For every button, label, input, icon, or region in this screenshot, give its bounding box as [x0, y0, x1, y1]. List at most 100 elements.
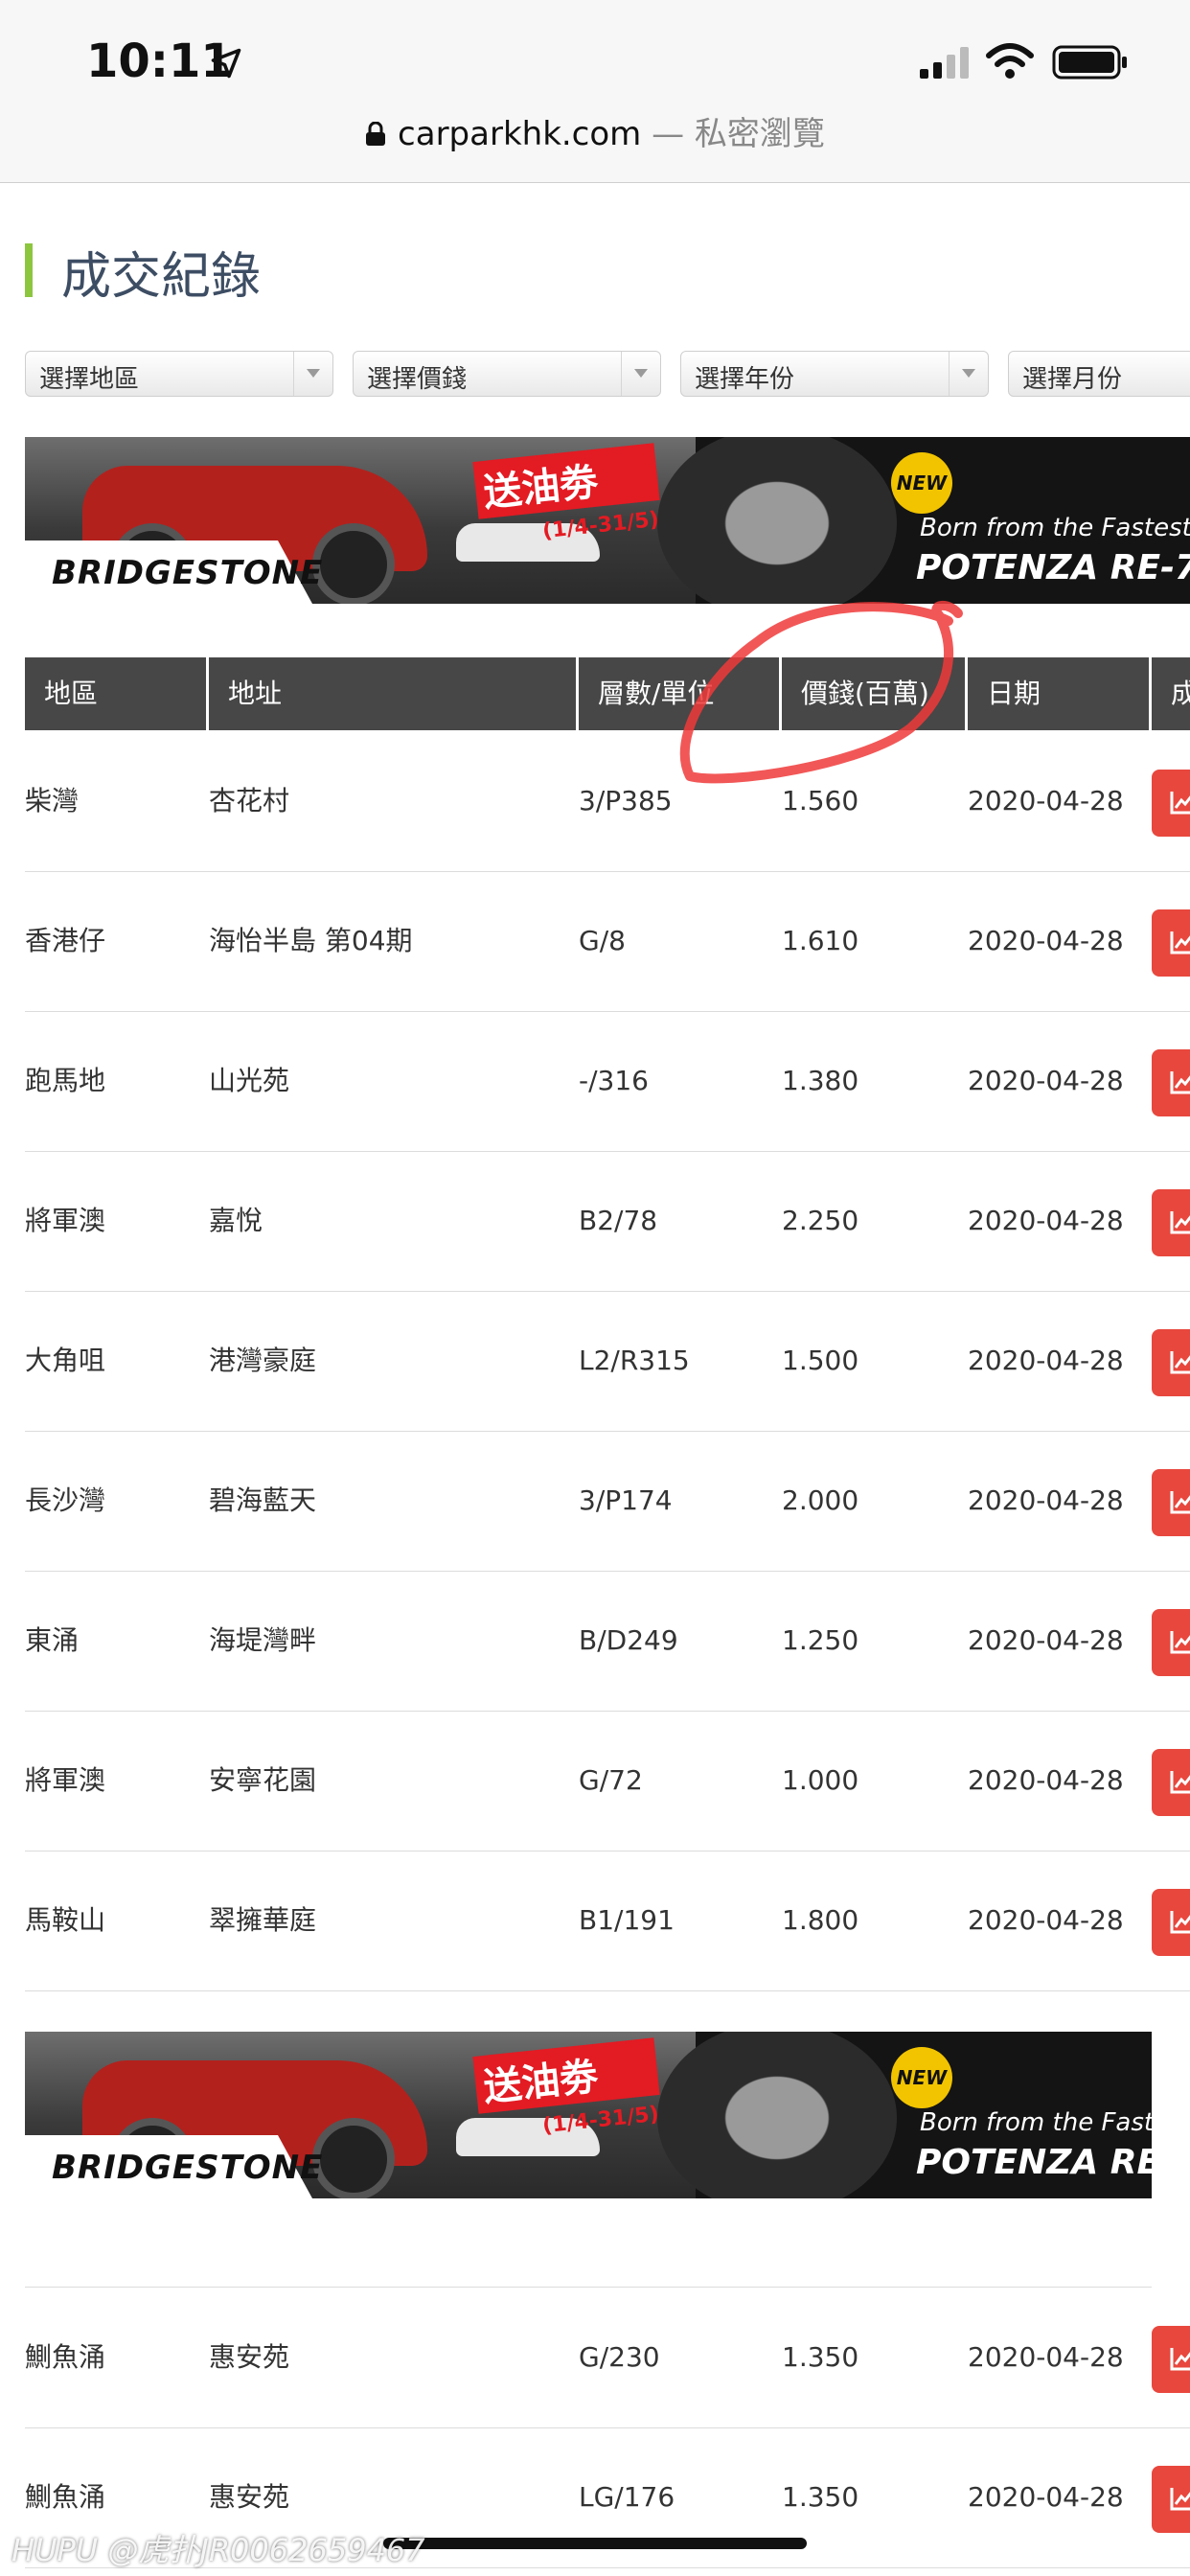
ad-tagline: Born from the Fastest: [920, 2108, 1152, 2137]
line-chart-icon: [1170, 1351, 1190, 1374]
table-row[interactable]: 將軍澳 嘉悅 B2/78 2.250 2020-04-28: [25, 1151, 1190, 1292]
line-chart-icon: [1170, 2488, 1190, 2511]
cell-address: 惠安苑: [209, 2341, 290, 2373]
line-chart-icon: [1170, 1771, 1190, 1794]
page-title: 成交紀錄: [61, 248, 262, 306]
district-select-label: 選擇地區: [39, 365, 140, 394]
line-chart-icon: [1170, 1631, 1190, 1654]
cell-date: 2020-04-28: [968, 785, 1124, 816]
cell-district: 將軍澳: [25, 1205, 106, 1236]
cell-date: 2020-04-28: [968, 2341, 1124, 2373]
table-row[interactable]: 長沙灣 碧海藍天 3/P174 2.000 2020-04-28: [25, 1431, 1190, 1572]
column-header-district[interactable]: 地區: [25, 657, 209, 730]
title-accent-bar: [25, 243, 33, 297]
brand-logo: BRIDGESTONE: [52, 2149, 324, 2187]
price-select[interactable]: 選擇價錢: [353, 351, 661, 397]
cell-address: 嘉悅: [209, 1205, 263, 1236]
cell-date: 2020-04-28: [968, 2481, 1124, 2513]
price-select-label: 選擇價錢: [367, 365, 468, 394]
column-header-date[interactable]: 日期: [968, 657, 1152, 730]
table-row[interactable]: 香港仔 海怡半島 第04期 G/8 1.610 2020-04-28: [25, 871, 1190, 1012]
cell-price: 1.380: [782, 1065, 859, 1096]
table-row[interactable]: 柴灣 杏花村 3/P385 1.560 2020-04-28: [25, 731, 1190, 872]
year-select[interactable]: 選擇年份: [680, 351, 989, 397]
table-row[interactable]: 跑馬地 山光苑 -/316 1.380 2020-04-28: [25, 1011, 1190, 1152]
cell-district: 鰂魚涌: [25, 2341, 106, 2373]
column-header-address[interactable]: 地址: [209, 657, 579, 730]
table-row[interactable]: 大角咀 港灣豪庭 L2/R315 1.500 2020-04-28: [25, 1291, 1190, 1432]
cell-unit: G/8: [579, 925, 626, 956]
chart-button[interactable]: [1152, 1189, 1190, 1256]
chart-button[interactable]: [1152, 1329, 1190, 1396]
cell-district: 跑馬地: [25, 1065, 106, 1096]
cell-date: 2020-04-28: [968, 1345, 1124, 1376]
brand-logo: BRIDGESTONE: [52, 554, 324, 592]
chevron-down-icon: [293, 352, 332, 396]
chart-button[interactable]: [1152, 2326, 1190, 2393]
chart-button[interactable]: [1152, 1469, 1190, 1536]
chart-button[interactable]: [1152, 909, 1190, 977]
status-bar: 10:11 carparkhk.com — 私密瀏覽: [0, 0, 1190, 183]
new-badge: NEW: [891, 2047, 952, 2108]
ad-product: POTENZA RE-7: [916, 548, 1190, 587]
cell-price: 2.250: [782, 1205, 859, 1236]
table-row[interactable]: 馬鞍山 翠擁華庭 B1/191 1.800 2020-04-28: [25, 1851, 1190, 1991]
chart-button[interactable]: [1152, 2466, 1190, 2533]
cell-unit: -/316: [579, 1065, 649, 1096]
cell-district: 將軍澳: [25, 1764, 106, 1796]
cell-unit: 3/P174: [579, 1484, 673, 1516]
line-chart-icon: [1170, 1071, 1190, 1094]
cell-unit: B1/191: [579, 1904, 675, 1936]
cell-price: 1.350: [782, 2341, 859, 2373]
cell-district: 馬鞍山: [25, 1904, 106, 1936]
wifi-icon: [986, 43, 1034, 79]
home-indicator[interactable]: [383, 2538, 807, 2549]
cell-address: 港灣豪庭: [209, 1345, 317, 1376]
line-chart-icon: [1170, 2348, 1190, 2371]
chart-button[interactable]: [1152, 770, 1190, 837]
table-header: 地區 地址 層數/單位 價錢(百萬) 日期 成: [25, 657, 1190, 730]
cell-unit: B/D249: [579, 1624, 678, 1656]
year-select-label: 選擇年份: [695, 365, 795, 394]
table-row[interactable]: 鰂魚涌 惠安苑 G/230 1.350 2020-04-28: [25, 2288, 1190, 2428]
cell-unit: L2/R315: [579, 1345, 690, 1376]
line-chart-icon: [1170, 932, 1190, 954]
cell-unit: 3/P385: [579, 785, 673, 816]
ad-banner[interactable]: 送油劵 (1/4-31/5) NEW Born from the Fastest…: [25, 2032, 1152, 2198]
location-arrow-icon: [211, 48, 241, 79]
cell-district: 長沙灣: [25, 1484, 106, 1516]
cell-address: 翠擁華庭: [209, 1904, 317, 1936]
chart-button[interactable]: [1152, 1609, 1190, 1676]
cell-price: 1.250: [782, 1624, 859, 1656]
cell-district: 香港仔: [25, 925, 106, 956]
watermark: HUPU @虎扑JR0062659467: [11, 2532, 425, 2568]
filter-bar: 選擇地區 選擇價錢 選擇年份 選擇月份: [25, 351, 1190, 399]
cell-address: 山光苑: [209, 1065, 290, 1096]
cell-address: 海怡半島 第04期: [209, 925, 413, 956]
table-row[interactable]: 東涌 海堤灣畔 B/D249 1.250 2020-04-28: [25, 1571, 1190, 1712]
cell-date: 2020-04-28: [968, 1624, 1124, 1656]
cell-date: 2020-04-28: [968, 1764, 1124, 1796]
line-chart-icon: [1170, 1211, 1190, 1234]
ad-banner[interactable]: 送油劵 (1/4-31/5) NEW Born from the Fastest…: [25, 437, 1190, 604]
cell-price: 1.610: [782, 925, 859, 956]
address-bar[interactable]: carparkhk.com — 私密瀏覽: [0, 107, 1190, 154]
chart-button[interactable]: [1152, 1049, 1190, 1116]
cell-district: 柴灣: [25, 785, 80, 816]
table-row[interactable]: 將軍澳 安寧花園 G/72 1.000 2020-04-28: [25, 1711, 1190, 1852]
month-select[interactable]: 選擇月份: [1008, 351, 1190, 397]
district-select[interactable]: 選擇地區: [25, 351, 333, 397]
annotation-circle: [679, 601, 963, 784]
chart-button[interactable]: [1152, 1749, 1190, 1816]
chart-button[interactable]: [1152, 1889, 1190, 1956]
line-chart-icon: [1170, 792, 1190, 815]
battery-icon: [1052, 45, 1127, 80]
tire-image: [657, 437, 897, 604]
cell-date: 2020-04-28: [968, 1904, 1124, 1936]
month-select-label: 選擇月份: [1022, 365, 1123, 394]
cell-unit: B2/78: [579, 1205, 658, 1236]
cell-address: 杏花村: [209, 785, 290, 816]
cell-district: 大角咀: [25, 1345, 106, 1376]
cell-address: 海堤灣畔: [209, 1624, 317, 1656]
chevron-down-icon: [621, 352, 660, 396]
